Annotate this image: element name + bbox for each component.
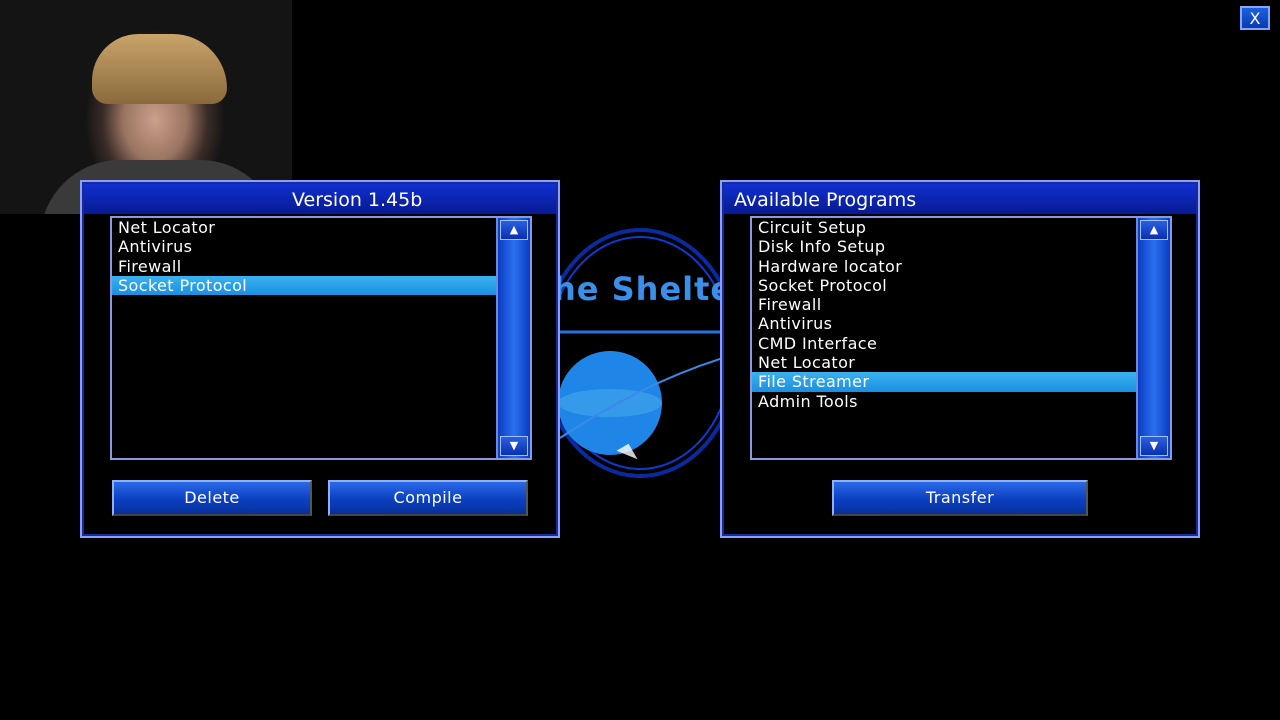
list-container: Net Locator Antivirus Firewall Socket Proto… (112, 218, 496, 458)
list-item[interactable]: Circuit Setup (752, 218, 1136, 237)
webcam-person-hair (92, 34, 227, 104)
list-item[interactable]: Disk Info Setup (752, 237, 1136, 256)
list-item[interactable]: CMD Interface (752, 334, 1136, 353)
list-item[interactable]: Antivirus (112, 237, 496, 256)
list-item[interactable]: Net Locator (112, 218, 496, 237)
close-button[interactable]: X (1240, 6, 1270, 30)
compile-button[interactable]: Compile (328, 480, 528, 516)
list-item[interactable]: Firewall (112, 257, 496, 276)
delete-button[interactable]: Delete (112, 480, 312, 516)
list-item[interactable]: Firewall (752, 295, 1136, 314)
list-item[interactable]: File Streamer (752, 372, 1136, 392)
list-item[interactable]: Hardware locator (752, 257, 1136, 276)
available-programs-panel: Available Programs Circuit Setup Disk Inf… (720, 180, 1200, 538)
scroll-down-icon[interactable]: ▼ (1140, 436, 1168, 456)
list-item[interactable]: Socket Protocol (112, 275, 496, 296)
list-item[interactable]: Net Locator (752, 353, 1136, 372)
scrollbar[interactable]: ▲ ▼ (1136, 218, 1170, 458)
panel-title: Available Programs (724, 184, 1196, 214)
list-item[interactable]: Socket Protocol (752, 276, 1136, 295)
scrollbar[interactable]: ▲ ▼ (496, 218, 530, 458)
installed-programs-list[interactable]: Net Locator Antivirus Firewall Socket Proto… (110, 216, 532, 460)
available-programs-list[interactable]: Circuit Setup Disk Info Setup Hardware loc… (750, 216, 1172, 460)
installed-programs-panel: Version 1.45b Net Locator Antivirus Firewa… (80, 180, 560, 538)
list-item[interactable]: Antivirus (752, 314, 1136, 333)
panel-title: Version 1.45b (84, 184, 556, 214)
globe-logo-icon (540, 228, 740, 478)
scroll-up-icon[interactable]: ▲ (1140, 220, 1168, 240)
list-container: Circuit Setup Disk Info Setup Hardware loc… (752, 218, 1136, 458)
list-item[interactable]: Admin Tools (752, 392, 1136, 411)
scroll-down-icon[interactable]: ▼ (500, 436, 528, 456)
transfer-button[interactable]: Transfer (832, 480, 1088, 516)
logo-text: he Shelte (553, 270, 734, 308)
scroll-up-icon[interactable]: ▲ (500, 220, 528, 240)
